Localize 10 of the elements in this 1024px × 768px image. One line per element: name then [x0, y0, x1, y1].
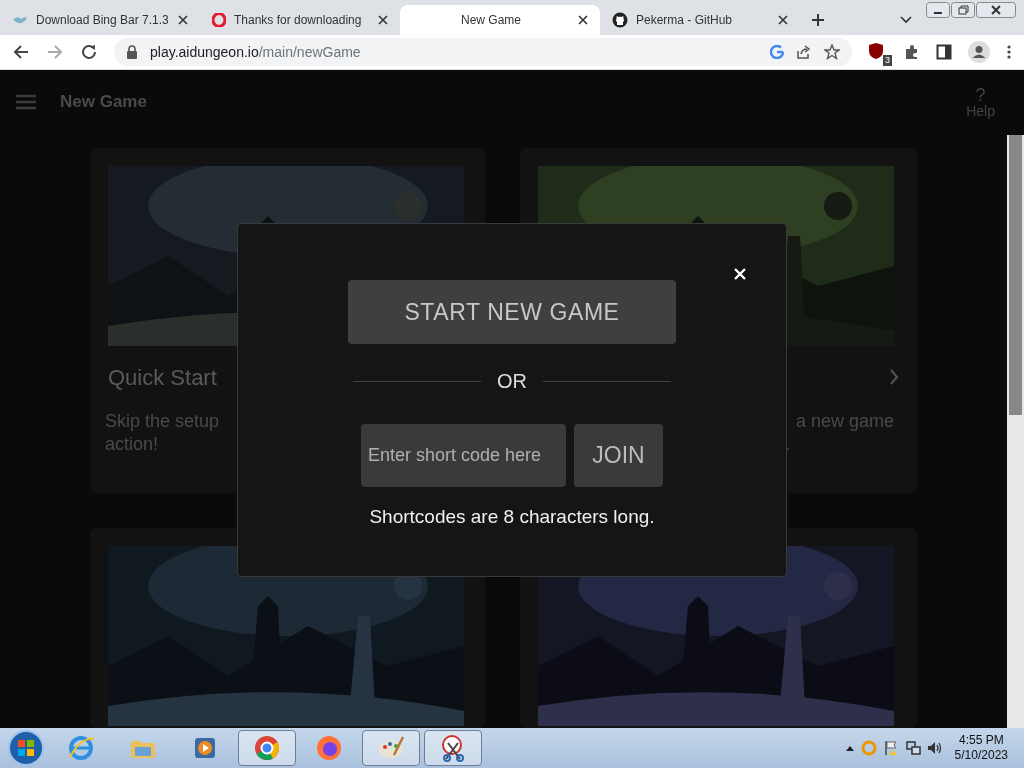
- divider-label: OR: [497, 369, 527, 394]
- card-description: action!: [105, 433, 159, 456]
- hint-text: Shortcodes are 8 characters long.: [369, 505, 655, 529]
- card-description: .: [785, 433, 790, 456]
- card-description: a new game: [795, 410, 894, 433]
- url-text: play.aidungeon.io/main/newGame: [150, 42, 361, 62]
- page-title: New Game: [60, 90, 147, 113]
- card-title: Quick Start: [108, 363, 217, 392]
- card-description: Skip the setup: [105, 410, 220, 433]
- extension-badge: 3: [883, 55, 892, 66]
